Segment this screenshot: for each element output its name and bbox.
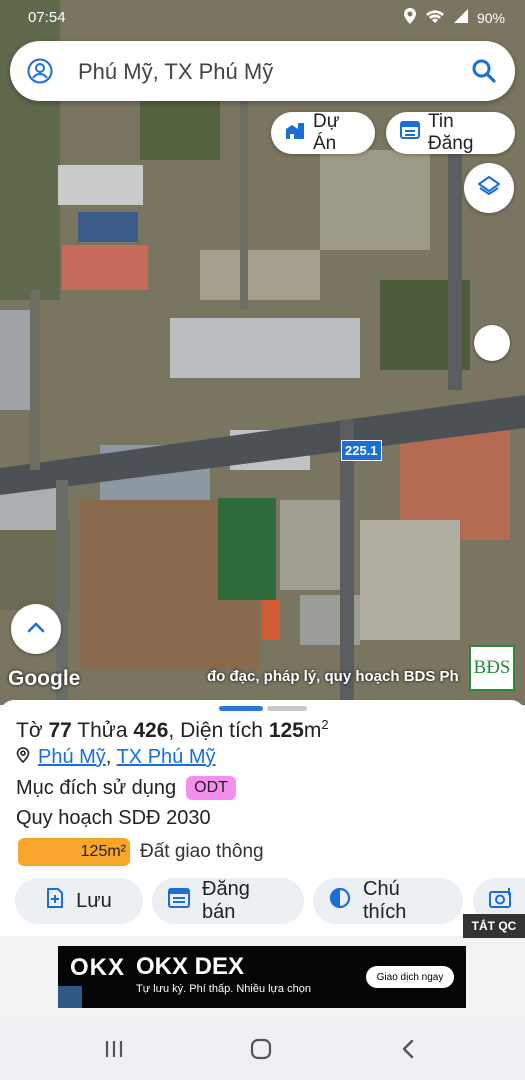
satellite-map[interactable] [0, 0, 525, 705]
status-bar: 07:54 90% [0, 0, 525, 34]
plan-entry: 125m² Đất giao thông [18, 838, 264, 866]
location-icon [403, 8, 417, 28]
close-ad-button[interactable]: TẮT QC [463, 914, 525, 938]
okx-logo: OKX [70, 954, 126, 981]
ad-subtitle: Tự lưu ký. Phí thấp. Nhiều lựa chọn [136, 983, 311, 995]
road-label: 225.1 [341, 440, 382, 461]
parcel-title: Tờ 77 Thửa 426, Diện tích 125m2 [16, 717, 329, 742]
building-icon [285, 120, 305, 146]
ward-link[interactable]: Phú Mỹ [38, 746, 106, 768]
back-icon[interactable] [394, 1036, 422, 1062]
home-icon[interactable] [247, 1036, 275, 1062]
bookmark-add-icon [46, 888, 64, 914]
purpose-label: Mục đích sử dụng [16, 776, 177, 799]
search-icon[interactable] [471, 58, 497, 84]
plan-area-bar: 125m² [18, 838, 130, 866]
ad-title: OKX DEX [136, 953, 245, 980]
search-input[interactable] [76, 53, 460, 91]
ad-banner[interactable]: OKX OKX DEX Tự lưu ký. Phí thấp. Nhiều l… [58, 946, 466, 1008]
google-logo: Google [8, 667, 81, 690]
map-attribution: đo đạc, pháp lý, quy hoạch BDS Ph [207, 668, 459, 685]
plan-heading: Quy hoạch SDĐ 2030 [16, 807, 211, 829]
recents-icon[interactable] [100, 1036, 128, 1062]
du-an-label: Dự Án [313, 111, 340, 154]
plan-type-label: Đất giao thông [140, 841, 264, 862]
wifi-icon [425, 8, 445, 28]
map-imagery [0, 0, 525, 705]
layers-button[interactable] [464, 163, 514, 213]
search-bar[interactable] [10, 41, 515, 101]
du-an-chip[interactable]: Dự Án [271, 111, 375, 154]
land-use-purpose: Mục đích sử dụng ODT [16, 776, 236, 800]
expand-up-button[interactable] [11, 604, 61, 654]
status-time: 07:54 [28, 9, 66, 26]
add-photo-icon [489, 888, 513, 914]
legend-button[interactable]: Chú thích [313, 878, 463, 924]
battery-level: 90% [476, 10, 505, 26]
purpose-code-badge: ODT [186, 776, 236, 800]
post-for-sale-button[interactable]: Đăng bán [152, 878, 304, 924]
system-nav-bar [0, 1018, 525, 1080]
save-button[interactable]: Lưu [15, 878, 143, 924]
signal-icon [453, 8, 469, 28]
parcel-info-sheet: Tờ 77 Thửa 426, Diện tích 125m2 Phú Mỹ, … [0, 700, 525, 936]
sheet-handle-active[interactable] [219, 706, 263, 711]
tin-dang-chip[interactable]: Tin Đăng [386, 111, 515, 154]
listing-icon [400, 121, 420, 145]
listing-form-icon [168, 888, 190, 914]
contrast-icon [329, 887, 351, 915]
layers-icon [477, 174, 501, 203]
chevron-up-icon [26, 620, 46, 639]
location-pin-icon [16, 746, 30, 769]
parcel-location: Phú Mỹ, TX Phú Mỹ [16, 746, 216, 769]
town-link[interactable]: TX Phú Mỹ [117, 746, 216, 768]
tin-dang-label: Tin Đăng [428, 111, 474, 154]
sheet-handle[interactable] [267, 706, 307, 711]
ad-choices-icon[interactable] [58, 986, 82, 1008]
bds-brand-logo[interactable]: BĐS [469, 645, 515, 691]
ad-cta-button[interactable]: Giao dịch ngay [366, 966, 454, 988]
map-drag-handle[interactable] [474, 325, 510, 361]
user-account-icon[interactable] [27, 58, 53, 84]
